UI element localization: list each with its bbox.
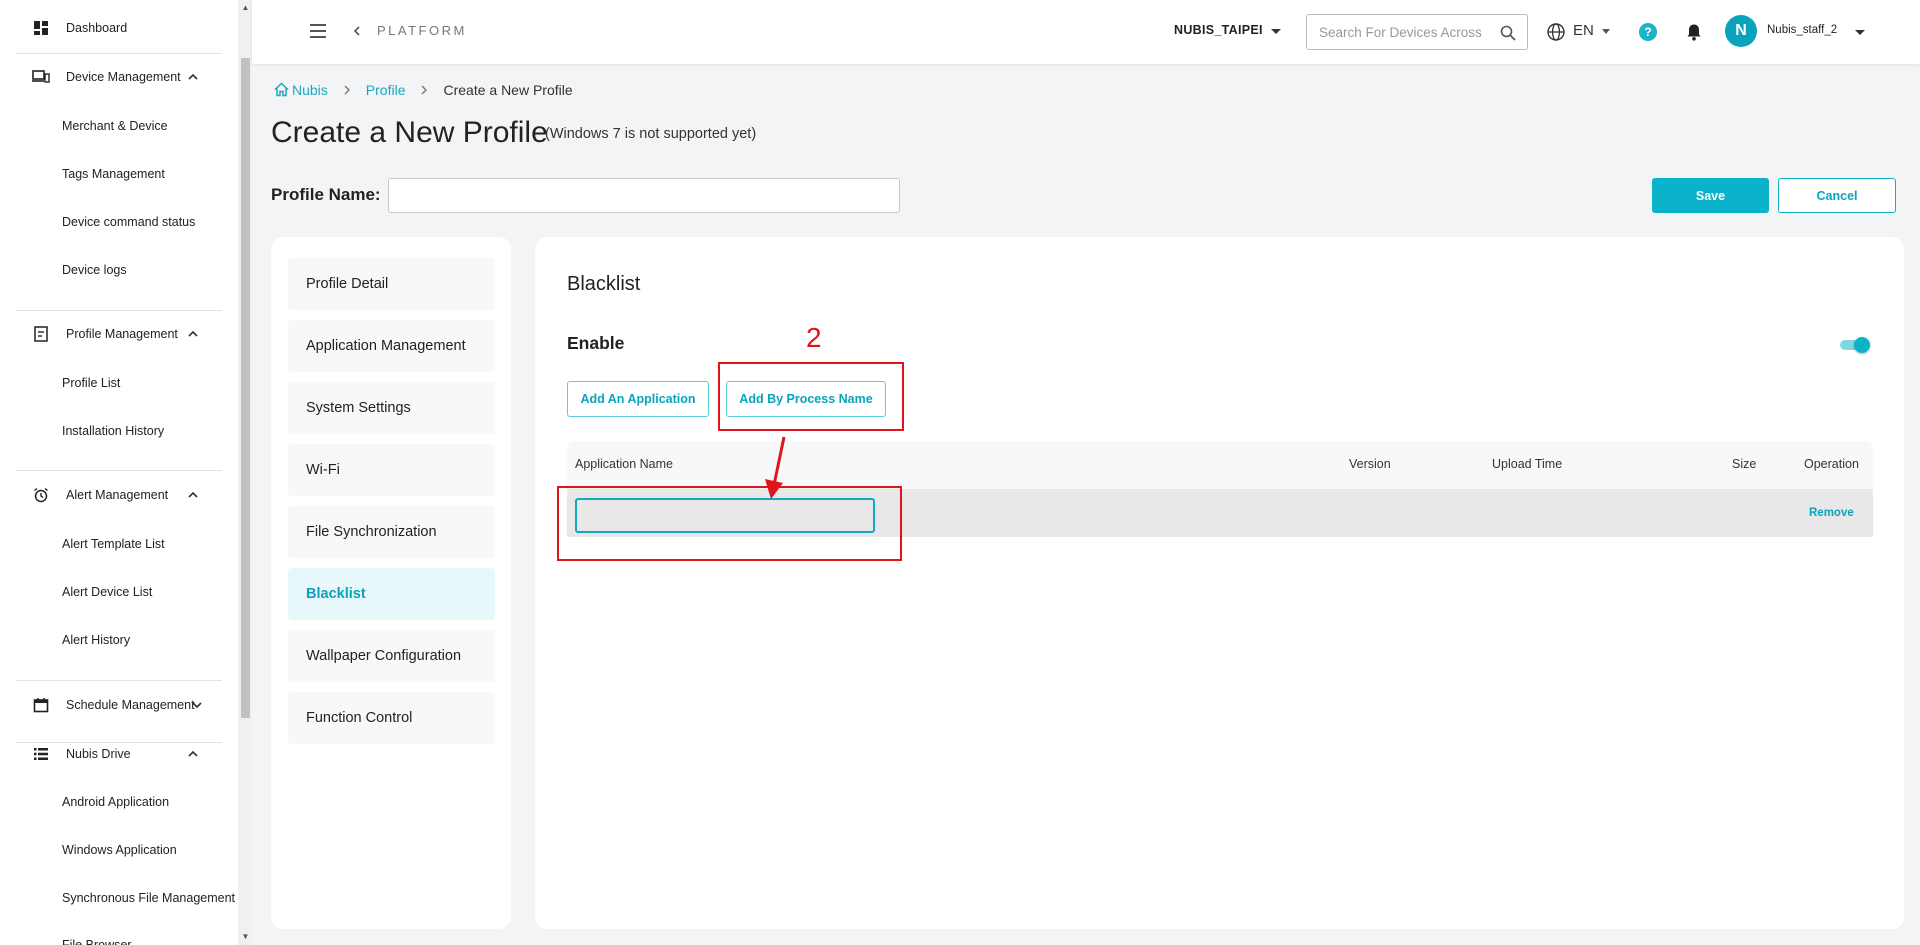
sidebar-scrollbar-thumb[interactable] (241, 58, 250, 718)
username[interactable]: Nubis_staff_2 (1767, 24, 1837, 36)
menu-item-application-management[interactable]: Application Management (288, 320, 495, 372)
sidebar-item-alert-template-list[interactable]: Alert Template List (62, 534, 165, 554)
organization-selector[interactable]: NUBIS_TAIPEI (1174, 23, 1263, 37)
chevron-up-icon[interactable] (186, 488, 200, 502)
annotation-step-number: 2 (806, 322, 822, 353)
alarm-clock-icon (32, 486, 50, 504)
caret-down-icon[interactable] (1855, 30, 1865, 35)
menu-item-wallpaper-configuration[interactable]: Wallpaper Configuration (288, 630, 495, 682)
enable-label: Enable (567, 333, 625, 353)
profile-name-input[interactable] (388, 178, 900, 213)
save-button[interactable]: Save (1652, 178, 1769, 213)
breadcrumb-profile-link[interactable]: Profile (366, 82, 406, 98)
menu-item-wifi[interactable]: Wi-Fi (288, 444, 495, 496)
cancel-button[interactable]: Cancel (1778, 178, 1896, 213)
sidebar-item-device-logs[interactable]: Device logs (62, 260, 127, 280)
sidebar-group-profile-management[interactable]: Profile Management (16, 322, 222, 346)
globe-icon[interactable] (1546, 22, 1566, 42)
sidebar-group-label: Profile Management (66, 327, 178, 341)
sidebar-group-label: Device Management (66, 70, 181, 84)
menu-item-file-synchronization[interactable]: File Synchronization (288, 506, 495, 558)
scroll-up-arrow-icon[interactable]: ▲ (241, 4, 250, 12)
blacklist-panel: Blacklist Enable Add An Application Add … (535, 237, 1904, 929)
section-title: Blacklist (567, 273, 641, 295)
menu-item-profile-detail[interactable]: Profile Detail (288, 258, 495, 310)
avatar[interactable]: N (1725, 15, 1757, 47)
menu-item-system-settings[interactable]: System Settings (288, 382, 495, 434)
breadcrumb-current: Create a New Profile (443, 81, 573, 98)
sidebar-group-alert-management[interactable]: Alert Management (16, 483, 222, 507)
sidebar-item-alert-device-list[interactable]: Alert Device List (62, 582, 152, 602)
chevron-up-icon[interactable] (186, 70, 200, 84)
chevron-right-icon (421, 85, 428, 94)
remove-link[interactable]: Remove (1809, 507, 1854, 519)
annotation-highlight-add-by-process (718, 362, 904, 431)
divider (16, 53, 222, 54)
sidebar-group-label: Nubis Drive (66, 747, 131, 761)
platform-label: PLATFORM (377, 23, 467, 38)
calendar-icon (32, 696, 50, 714)
language-selector[interactable]: EN (1573, 22, 1594, 39)
top-bar: PLATFORM NUBIS_TAIPEI EN ? N Nubis_staff… (252, 0, 1920, 64)
sidebar-item-alert-history[interactable]: Alert History (62, 630, 130, 650)
sidebar-item-android-application[interactable]: Android Application (62, 792, 169, 812)
sidebar-item-profile-list[interactable]: Profile List (62, 373, 120, 393)
sidebar-item-dashboard[interactable]: Dashboard (16, 16, 222, 40)
sidebar-item-label: Dashboard (66, 21, 128, 35)
breadcrumb: Nubis Profile Create a New Profile (273, 81, 573, 98)
annotation-arrow-icon (765, 436, 786, 499)
sidebar-item-device-command-status[interactable]: Device command status (62, 212, 195, 232)
caret-down-icon[interactable] (1602, 29, 1610, 34)
sidebar-item-merchant-device[interactable]: Merchant & Device (62, 116, 168, 136)
divider (16, 310, 222, 311)
sidebar: Dashboard Device Management Merchant & D… (0, 0, 238, 945)
toggle-knob (1854, 337, 1870, 353)
sidebar-item-windows-application[interactable]: Windows Application (62, 840, 177, 860)
column-header-operation: Operation (1804, 457, 1859, 471)
devices-icon (32, 68, 50, 86)
sidebar-item-file-browser[interactable]: File Browser (62, 935, 131, 945)
sidebar-group-nubis-drive[interactable]: Nubis Drive (16, 742, 222, 766)
sidebar-item-synchronous-file-management[interactable]: Synchronous File Management (62, 888, 235, 908)
sidebar-group-device-management[interactable]: Device Management (16, 65, 222, 89)
menu-icon[interactable] (310, 24, 326, 38)
profile-name-label: Profile Name: (271, 185, 381, 204)
page-title: Create a New Profile (271, 116, 548, 149)
divider (16, 680, 222, 681)
chevron-up-icon[interactable] (186, 747, 200, 761)
column-header-version: Version (1349, 457, 1391, 471)
enable-toggle[interactable] (1840, 337, 1870, 353)
divider (16, 470, 222, 471)
profile-icon (32, 325, 50, 343)
chevron-right-icon (344, 85, 350, 94)
page-note: (Windows 7 is not supported yet) (545, 126, 757, 142)
scroll-down-arrow-icon[interactable]: ▼ (241, 933, 250, 941)
sidebar-item-tags-management[interactable]: Tags Management (62, 164, 165, 184)
sidebar-item-installation-history[interactable]: Installation History (62, 421, 164, 441)
chevron-up-icon[interactable] (186, 327, 200, 341)
column-header-application-name: Application Name (575, 457, 673, 471)
menu-item-function-control[interactable]: Function Control (288, 692, 495, 744)
annotation-highlight-process-input (557, 486, 902, 561)
search-icon[interactable] (1499, 24, 1517, 42)
help-icon[interactable]: ? (1639, 23, 1657, 41)
dashboard-icon (32, 19, 50, 37)
sidebar-group-label: Alert Management (66, 488, 169, 502)
list-icon (32, 745, 50, 763)
menu-item-blacklist[interactable]: Blacklist (288, 568, 495, 620)
bell-icon[interactable] (1684, 22, 1704, 42)
column-header-size: Size (1732, 457, 1757, 471)
device-search (1306, 14, 1528, 50)
profile-settings-menu: Profile Detail Application Management Sy… (271, 237, 511, 929)
search-input[interactable] (1319, 23, 1489, 41)
breadcrumb-home-link[interactable]: Nubis (292, 82, 328, 98)
add-application-button[interactable]: Add An Application (567, 381, 709, 417)
sidebar-group-label: Schedule Management (66, 698, 195, 712)
caret-down-icon[interactable] (1271, 29, 1281, 34)
sidebar-group-schedule-management[interactable]: Schedule Management (16, 693, 222, 717)
chevron-down-icon[interactable] (190, 698, 204, 712)
column-header-upload-time: Upload Time (1492, 457, 1563, 471)
home-icon[interactable] (273, 81, 290, 98)
chevron-left-icon[interactable] (350, 24, 364, 38)
